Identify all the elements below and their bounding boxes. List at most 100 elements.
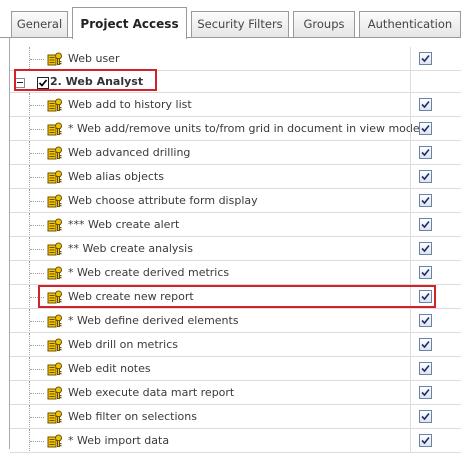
privilege-key-icon bbox=[47, 194, 63, 208]
privilege-label: *** Web create alert bbox=[68, 218, 180, 231]
tab-general[interactable]: General bbox=[11, 11, 68, 37]
privilege-label: Web choose attribute form display bbox=[68, 194, 258, 207]
column-divider bbox=[410, 93, 411, 117]
grant-checkbox[interactable] bbox=[419, 170, 432, 183]
column-divider bbox=[410, 141, 411, 165]
privilege-row[interactable]: Web edit notes bbox=[10, 357, 461, 381]
privilege-key-icon bbox=[47, 434, 63, 448]
privilege-key-icon bbox=[47, 170, 63, 184]
privilege-key-icon bbox=[47, 386, 63, 400]
column-divider bbox=[410, 47, 411, 71]
privilege-label: * Web add/remove units to/from grid in d… bbox=[68, 122, 420, 135]
privilege-row[interactable]: Web create new report bbox=[10, 285, 461, 309]
privilege-label: Web add to history list bbox=[68, 98, 192, 111]
tab-bar: General Project Access Security Filters … bbox=[0, 0, 461, 39]
grant-checkbox[interactable] bbox=[419, 146, 432, 159]
privilege-key-icon bbox=[47, 242, 63, 256]
tree-connector-branch bbox=[30, 177, 44, 178]
grant-checkbox[interactable] bbox=[419, 434, 432, 447]
privilege-row[interactable]: * Web add/remove units to/from grid in d… bbox=[10, 117, 461, 141]
privilege-label: * Web create derived metrics bbox=[68, 266, 230, 279]
privilege-label: Web advanced drilling bbox=[68, 146, 191, 159]
privilege-label: Web filter on selections bbox=[68, 410, 197, 423]
group-label: 2. Web Analyst bbox=[50, 75, 144, 88]
privilege-row[interactable]: Web choose attribute form display bbox=[10, 189, 461, 213]
grant-checkbox[interactable] bbox=[419, 338, 432, 351]
tree-connector-branch bbox=[30, 153, 44, 154]
privilege-label: Web alias objects bbox=[68, 170, 164, 183]
column-divider bbox=[410, 429, 411, 453]
privilege-key-icon bbox=[47, 98, 63, 112]
privilege-label: ** Web create analysis bbox=[68, 242, 193, 255]
grant-checkbox[interactable] bbox=[419, 362, 432, 375]
column-divider bbox=[410, 237, 411, 261]
privilege-row[interactable]: Web add to history list bbox=[10, 93, 461, 117]
grant-checkbox[interactable] bbox=[419, 242, 432, 255]
grant-checkbox[interactable] bbox=[419, 98, 432, 111]
tree-connector-branch bbox=[30, 273, 44, 274]
tab-groups[interactable]: Groups bbox=[293, 11, 355, 37]
tree-connector-branch bbox=[30, 225, 44, 226]
tree-connector-branch bbox=[30, 129, 44, 130]
privilege-row[interactable]: Web execute data mart report bbox=[10, 381, 461, 405]
tree-connector-branch bbox=[30, 201, 44, 202]
grant-checkbox[interactable] bbox=[419, 314, 432, 327]
privilege-label: Web edit notes bbox=[68, 362, 151, 375]
privileges-panel: Web user 2. Web Analyst Web add to history… bbox=[9, 38, 461, 453]
privilege-label: * Web define derived elements bbox=[68, 314, 239, 327]
grant-checkbox[interactable] bbox=[419, 194, 432, 207]
column-divider bbox=[410, 165, 411, 189]
privilege-key-icon bbox=[47, 218, 63, 232]
grant-checkbox[interactable] bbox=[419, 410, 432, 423]
collapse-minus-icon[interactable] bbox=[15, 78, 25, 88]
group-checkbox[interactable] bbox=[37, 77, 49, 89]
privilege-row[interactable]: ** Web create analysis bbox=[10, 237, 461, 261]
privilege-row[interactable]: Web filter on selections bbox=[10, 405, 461, 429]
privilege-row[interactable]: Web advanced drilling bbox=[10, 141, 461, 165]
privilege-label: Web create new report bbox=[68, 290, 194, 303]
column-divider bbox=[410, 261, 411, 285]
tab-security-filters[interactable]: Security Filters bbox=[191, 11, 289, 37]
grant-checkbox[interactable] bbox=[419, 122, 432, 135]
privilege-row[interactable]: * Web create derived metrics bbox=[10, 261, 461, 285]
tree-connector-branch bbox=[30, 297, 44, 298]
column-divider bbox=[410, 357, 411, 381]
column-divider bbox=[410, 309, 411, 333]
tree-connector-branch bbox=[30, 369, 44, 370]
tree-connector-branch bbox=[30, 105, 44, 106]
column-divider bbox=[410, 213, 411, 237]
tab-project-access[interactable]: Project Access bbox=[72, 7, 187, 39]
privilege-key-icon bbox=[47, 290, 63, 304]
privilege-key-icon bbox=[47, 338, 63, 352]
grant-checkbox[interactable] bbox=[419, 218, 432, 231]
column-divider bbox=[410, 333, 411, 357]
grant-checkbox[interactable] bbox=[419, 290, 432, 303]
privilege-label: Web execute data mart report bbox=[68, 386, 235, 399]
grant-checkbox[interactable] bbox=[419, 266, 432, 279]
privilege-label: * Web import data bbox=[68, 434, 170, 447]
privilege-row[interactable]: Web drill on metrics bbox=[10, 333, 461, 357]
privilege-key-icon bbox=[47, 362, 63, 376]
privilege-row[interactable]: *** Web create alert bbox=[10, 213, 461, 237]
privilege-label: Web user bbox=[68, 52, 120, 65]
grant-checkbox[interactable] bbox=[419, 52, 432, 65]
column-divider bbox=[410, 405, 411, 429]
tree-connector-branch bbox=[30, 393, 44, 394]
privilege-key-icon bbox=[47, 122, 63, 136]
tab-authentication[interactable]: Authentication bbox=[359, 11, 461, 37]
column-divider bbox=[410, 381, 411, 405]
tree-connector-branch bbox=[30, 321, 44, 322]
tree-connector-branch bbox=[30, 59, 44, 60]
grant-checkbox[interactable] bbox=[419, 386, 432, 399]
privilege-row[interactable]: Web user bbox=[10, 47, 461, 71]
privilege-key-icon bbox=[47, 410, 63, 424]
privilege-label: Web drill on metrics bbox=[68, 338, 178, 351]
privilege-row[interactable]: * Web define derived elements bbox=[10, 309, 461, 333]
privilege-key-icon bbox=[47, 146, 63, 160]
tree-connector-branch bbox=[30, 249, 44, 250]
tree-connector-branch bbox=[30, 345, 44, 346]
privilege-row[interactable]: Web alias objects bbox=[10, 165, 461, 189]
privilege-group-row[interactable]: 2. Web Analyst bbox=[10, 71, 461, 93]
privilege-row[interactable]: * Web import data bbox=[10, 429, 461, 453]
tree-connector-branch bbox=[30, 417, 44, 418]
